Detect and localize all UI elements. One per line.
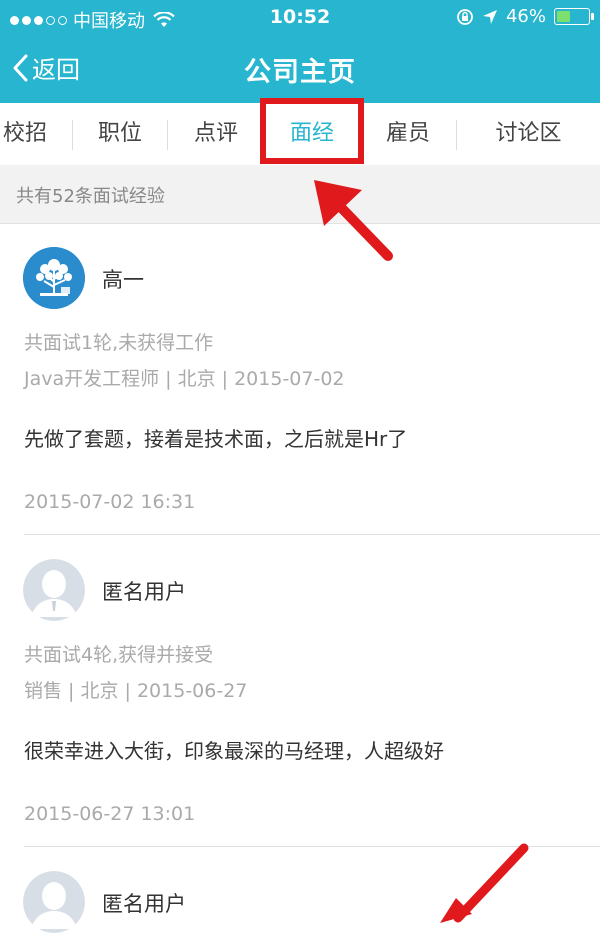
- location-arrow-icon: [482, 9, 497, 24]
- interview-details: 销售 | 北京 | 2015-06-27: [24, 680, 248, 702]
- default-user-avatar: [23, 871, 85, 933]
- post-timestamp: 2015-07-02 16:31: [24, 491, 196, 513]
- annotation-arrow-icon: [440, 843, 529, 923]
- nav-bar: 返回 公司主页: [0, 36, 600, 103]
- interview-details: Java开发工程师 | 北京 | 2015-07-02: [24, 368, 345, 390]
- status-right: 46%: [456, 6, 594, 27]
- interview-post[interactable]: 匿名用户 共面试4轮,获得并接受 销售 | 北京 | 2015-06-27 很荣…: [0, 535, 600, 847]
- battery-icon: [554, 8, 594, 25]
- post-timestamp: 2015-06-27 13:01: [24, 803, 196, 825]
- page-title: 公司主页: [244, 57, 356, 88]
- highlight-box: [260, 98, 364, 164]
- tab-reviews[interactable]: 点评: [168, 103, 264, 165]
- battery-fill: [557, 11, 570, 22]
- status-bar: 中国移动 10:52 46%: [0, 0, 600, 36]
- tree-logo-avatar: [23, 247, 85, 309]
- tab-discussion[interactable]: 讨论区: [457, 103, 600, 165]
- annotation-arrow-icon: [314, 180, 393, 261]
- tab-employees[interactable]: 雇员: [360, 103, 456, 165]
- default-user-avatar: [23, 559, 85, 621]
- top-bar: 中国移动 10:52 46% 返回 公司主页: [0, 0, 600, 103]
- rotation-lock-icon: [457, 8, 473, 25]
- tab-campus[interactable]: 校招: [0, 103, 50, 165]
- user-silhouette-icon: [23, 559, 85, 621]
- battery-percent: 46%: [505, 6, 546, 27]
- user-silhouette-icon: [23, 871, 85, 933]
- username[interactable]: 高一: [102, 264, 144, 294]
- interview-result: 共面试4轮,获得并接受: [24, 644, 214, 666]
- interview-count: 共有52条面试经验: [16, 186, 165, 207]
- tab-jobs[interactable]: 职位: [73, 103, 167, 165]
- username[interactable]: 匿名用户: [102, 576, 186, 606]
- interview-content: 很荣幸进入大街，印象最深的马经理，人超级好: [24, 739, 444, 763]
- interview-content: 先做了套题，接着是技术面，之后就是Hr了: [24, 427, 408, 451]
- tree-logo-icon: [23, 247, 85, 309]
- interview-result: 共面试1轮,未获得工作: [24, 332, 214, 354]
- username[interactable]: 匿名用户: [102, 888, 186, 918]
